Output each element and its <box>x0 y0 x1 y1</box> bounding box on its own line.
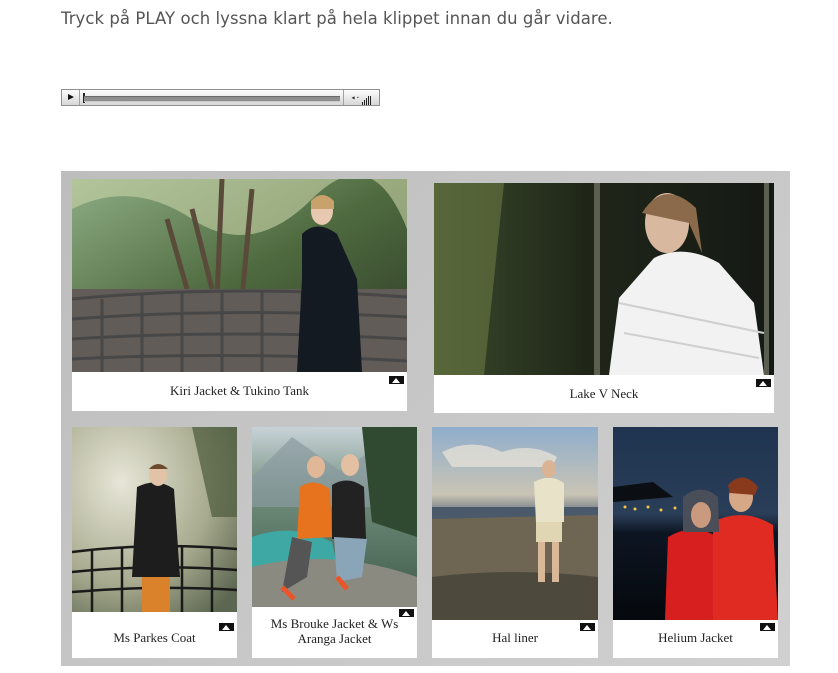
product-caption: Hal liner <box>492 630 538 645</box>
product-card-lake-v-neck[interactable]: Lake V Neck <box>434 183 774 413</box>
product-card-kiri-jacket[interactable]: Kiri Jacket & Tukino Tank <box>72 179 407 411</box>
speaker-volume-icon: ◂· <box>351 93 373 105</box>
product-caption: Helium Jacket <box>658 630 733 645</box>
seek-bar[interactable] <box>84 96 340 102</box>
product-card-hal-liner[interactable]: Hal liner <box>432 427 598 658</box>
product-caption: Ms Parkes Coat <box>113 630 196 645</box>
play-button[interactable] <box>62 90 80 105</box>
product-caption: Lake V Neck <box>569 386 639 401</box>
product-card-helium-jacket[interactable]: Helium Jacket <box>613 427 778 658</box>
instruction-text: Tryck på PLAY och lyssna klart på hela k… <box>61 9 613 28</box>
mountain-logo-icon <box>760 623 775 631</box>
mountain-logo-icon <box>219 623 234 631</box>
mountain-logo-icon <box>756 379 771 387</box>
product-photo <box>613 427 778 620</box>
volume-button[interactable]: ◂· <box>343 90 379 105</box>
mountain-logo-icon <box>580 623 595 631</box>
product-card-ms-brouke-jacket[interactable]: Ms Brouke Jacket & Ws Aranga Jacket <box>252 427 417 658</box>
product-photo <box>252 427 417 607</box>
product-caption: Ms Brouke Jacket & Ws Aranga Jacket <box>270 616 399 646</box>
mountain-logo-icon <box>399 609 414 617</box>
product-photo <box>432 427 598 620</box>
product-card-ms-parkes-coat[interactable]: Ms Parkes Coat <box>72 427 237 658</box>
product-caption: Kiri Jacket & Tukino Tank <box>170 383 309 398</box>
audio-player[interactable]: ◂· <box>61 89 380 106</box>
product-photo <box>72 427 237 612</box>
product-gallery: Kiri Jacket & Tukino Tank Lake V Neck Ms… <box>61 171 790 666</box>
product-photo <box>434 183 774 375</box>
mountain-logo-icon <box>389 376 404 384</box>
product-photo <box>72 179 407 372</box>
